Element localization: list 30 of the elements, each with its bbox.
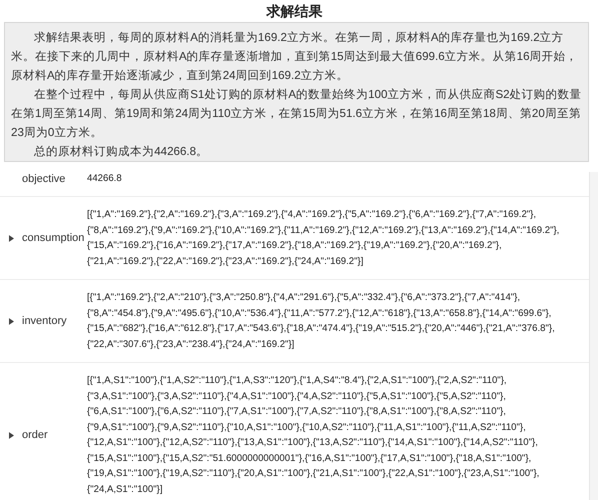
value-line: {"15,A":"169.2"},{"16,A":"169.2"},{"17,A":"169.2"},{"18,A":"169.2"},{"19,A":"169.2"},{"20,A":"169.2"}, — [87, 239, 503, 253]
value-line: {"21,A":"169.2"},{"22,A":"169.2"},{"23,A":"169.2"},{"24,A":"169.2"}] — [87, 254, 364, 268]
value-line: {"8,A":"454.8"},{"9,A":"495.6"},{"10,A":"536.4"},{"11,A":"577.2"},{"12,A":"618"},{"13,A":"658.8"},{"14,A":"699.6"}, — [87, 306, 552, 320]
value-line: {"12,A,S1":"100"},{"12,A,S2":"110"},{"13,A,S1":"100"},{"13,A,S2":"110"},{"14,A,S1":"100"},{"14,A,S2":"110"}, — [87, 436, 539, 450]
result-title: 求解结果 — [265, 2, 324, 21]
value-line: {"22,A":"307.6"},{"23,A":"238.4"},{"24,A":"169.2"}] — [87, 338, 296, 352]
scrollbar-track[interactable] — [589, 172, 598, 500]
summary-paragraph: 总的原材料订购成本为44266.8。 — [33, 144, 210, 160]
value-line: {"24,A,S1":"100"}] — [87, 482, 164, 496]
value-line: {"15,A,S1":"100"},{"15,A,S2":"51.6000000000001"},{"16,A,S1":"100"},{"17,A,S1":"100"},{"18,A,S1":"100"}, — [87, 452, 532, 466]
field-label: consumption — [22, 232, 84, 244]
field-label: order — [22, 429, 48, 441]
expand-caret-icon[interactable] — [9, 318, 14, 324]
expand-caret-icon[interactable] — [9, 234, 14, 242]
expand-caret-icon[interactable] — [9, 432, 14, 438]
summary-text-area[interactable] — [4, 22, 589, 162]
value-line: {"8,A":"169.2"},{"9,A":"169.2"},{"10,A":"169.2"},{"11,A":"169.2"},{"12,A":"169.2"},{"13,A":"169.2"},{"14,A":"169.2"}, — [87, 224, 560, 238]
value-line: {"19,A,S1":"100"},{"19,A,S2":"110"},{"20,A,S1":"100"},{"21,A,S1":"100"},{"22,A,S1":"100"},{"23,A,S1":"100"}, — [87, 467, 540, 481]
value-line: [{"1,A":"169.2"},{"2,A":"210"},{"3,A":"250.8"},{"4,A":"291.6"},{"5,A":"332.4"},{"6,A":"373.2"},{"7,A":"414"}, — [87, 291, 522, 305]
value-line: [{"1,A":"169.2"},{"2,A":"169.2"},{"3,A":"169.2"},{"4,A":"169.2"},{"5,A":"169.2"},{"6,A":"169.2"},{"7,A":"169.2"}, — [87, 208, 538, 222]
summary-paragraph: 求解结果表明，每周的原材料A的消耗量为169.2立方米。在第一周，原材料A的库存量也为169.2立方米。在接下来的几周中，原材料A的库存量逐渐增加，直到第15周达到最大值699.6立方米。从第16周开始，原材料A的库存量开始逐渐减少，直到第24周回到169.2立方米。 — [11, 30, 579, 84]
value-line: {"6,A,S1":"100"},{"6,A,S2":"110"},{"7,A,S1":"100"},{"7,A,S2":"110"},{"8,A,S1":"100"},{"8,A,S2":"110"}, — [87, 405, 507, 419]
value-line: [{"1,A,S1":"100"},{"1,A,S2":"110"},{"1,A,S3":"120"},{"1,A,S4":"8.4"},{"2,A,S1":"100"},{"2,A,S2":"110"}, — [87, 374, 508, 388]
field-label: inventory — [22, 315, 67, 327]
summary-paragraph: 在整个过程中，每周从供应商S1处订购的原材料A的数量始终为100立方米，而从供应商S2处订购的数量在第1周至第14周、第19周和第24周为110立方米，在第15周为51.6立方米，在第16周至第18周、第20周至第23周为0立方米。 — [11, 87, 582, 141]
value-line: {"15,A":"682"},{"16,A":"612.8"},{"17,A":"543.6"},{"18,A":"474.4"},{"19,A":"515.2"},{"20,A":"446"},{"21,A":"376.8"}, — [87, 322, 555, 336]
value-line: 44266.8 — [87, 172, 122, 186]
value-line: {"3,A,S1":"100"},{"3,A,S2":"110"},{"4,A,S1":"100"},{"4,A,S2":"110"},{"5,A,S1":"100"},{"5,A,S2":"110"}, — [87, 390, 507, 404]
value-line: {"9,A,S1":"100"},{"9,A,S2":"110"},{"10,A,S1":"100"},{"10,A,S2":"110"},{"11,A,S1":"100"},{"11,A,S2":"110"}, — [87, 420, 527, 434]
field-label: objective — [22, 173, 66, 185]
